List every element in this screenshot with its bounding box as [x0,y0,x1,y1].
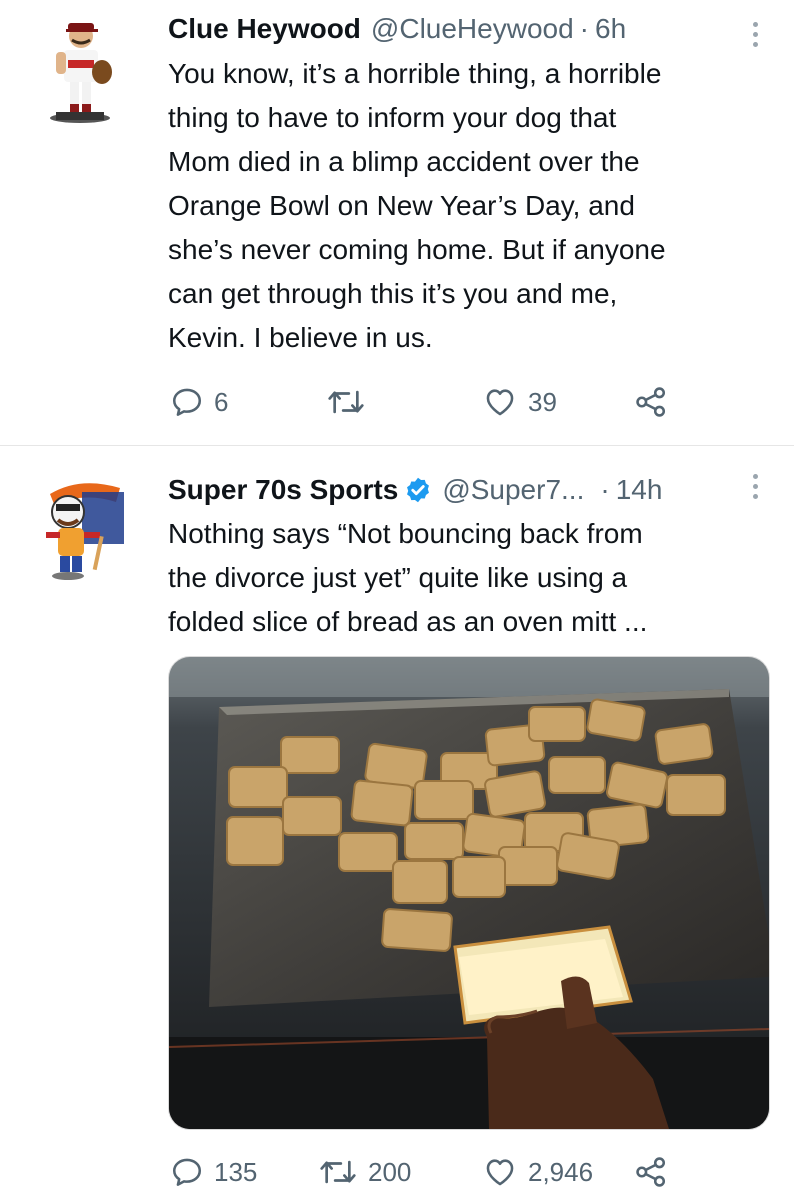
tweet-actions: 6 39 [168,382,728,422]
like-count: 39 [528,386,557,417]
retweet-button[interactable]: 200 [318,1152,411,1192]
like-icon [486,389,514,416]
author-handle[interactable]: @Super7... [442,473,584,507]
retweet-button[interactable] [326,382,376,422]
reply-count: 135 [214,1156,258,1187]
tweet[interactable]: Clue Heywood @ClueHeywood · 6h You know,… [0,0,794,445]
reply-icon [172,388,202,416]
like-button[interactable]: 39 [482,382,557,422]
retweet-icon [320,1160,356,1184]
retweet-icon [328,390,364,414]
avatar[interactable] [38,474,138,584]
like-count: 2,946 [528,1156,594,1187]
tweet-actions: 135 200 2,946 [168,1152,728,1192]
author-name[interactable]: Super 70s Sports [168,473,398,507]
tweet-text: Nothing says “Not bouncing back from the… [168,518,648,637]
author-name[interactable]: Clue Heywood [168,12,361,46]
reply-count: 6 [214,386,229,417]
tweet-text: You know, it’s a horrible thing, a horri… [168,58,666,353]
reply-button[interactable]: 6 [170,382,228,422]
tweet-header: Clue Heywood @ClueHeywood · 6h [168,12,754,46]
separator: · [579,13,589,44]
reply-icon [172,1158,202,1186]
author-handle[interactable]: @ClueHeywood [371,12,574,46]
share-button[interactable] [634,1152,668,1192]
share-button[interactable] [634,382,668,422]
more-icon[interactable] [750,22,760,47]
more-icon[interactable] [750,474,760,499]
verified-badge-icon [407,477,430,503]
avatar[interactable] [38,14,138,124]
separator: · [600,474,610,505]
like-button[interactable]: 2,946 [482,1152,593,1192]
tweet-photo[interactable] [168,656,770,1130]
timestamp[interactable]: 6h [595,12,626,46]
retweet-count: 200 [368,1156,412,1187]
tweet-header: Super 70s Sports @Super7... · 14h [168,473,754,507]
reply-button[interactable]: 135 [170,1152,257,1192]
timestamp[interactable]: 14h [616,473,663,507]
share-icon [636,1157,666,1187]
like-icon [486,1159,514,1186]
share-icon [636,387,666,417]
tweet[interactable]: Super 70s Sports @Super7... · 14h Nothin… [0,446,794,1200]
